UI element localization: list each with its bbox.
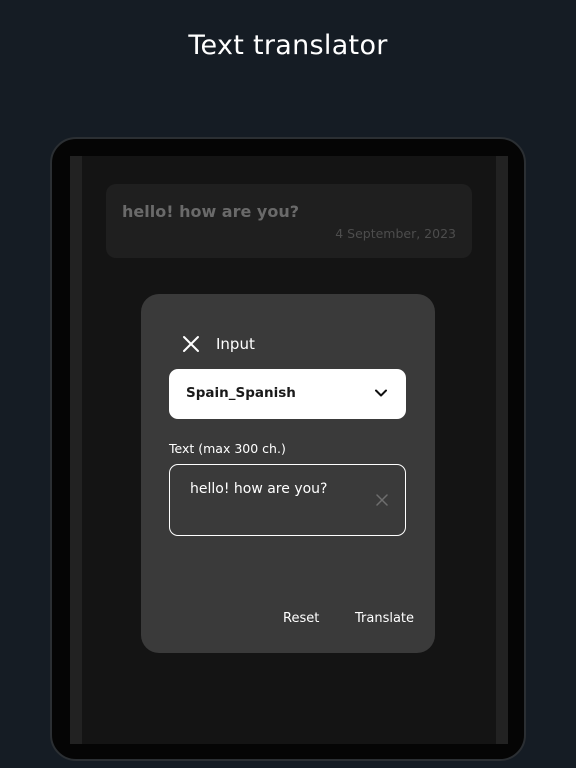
page: Text translator hello! how are you? 4 Se… bbox=[0, 0, 576, 768]
language-select[interactable]: Spain_Spanish bbox=[169, 369, 406, 419]
translate-button[interactable]: Translate bbox=[355, 611, 414, 626]
chevron-down-icon bbox=[375, 389, 387, 397]
clear-icon[interactable] bbox=[375, 493, 389, 507]
input-dialog: Input Spain_Spanish Text (max 300 ch.) h… bbox=[141, 294, 435, 653]
close-button[interactable] bbox=[177, 330, 205, 358]
history-card[interactable]: hello! how are you? 4 September, 2023 bbox=[106, 184, 472, 258]
language-select-value: Spain_Spanish bbox=[186, 385, 296, 401]
promo-headline: Text translator bbox=[188, 30, 388, 61]
text-input-value: hello! how are you? bbox=[190, 481, 328, 497]
screen-edge-left bbox=[70, 156, 82, 744]
history-card-date: 4 September, 2023 bbox=[335, 226, 456, 241]
screen-edge-right bbox=[496, 156, 508, 744]
dialog-title: Input bbox=[216, 335, 255, 353]
close-icon bbox=[183, 336, 199, 352]
text-field-label: Text (max 300 ch.) bbox=[169, 441, 286, 456]
reset-button[interactable]: Reset bbox=[283, 611, 319, 626]
history-card-text: hello! how are you? bbox=[122, 202, 300, 221]
text-input[interactable]: hello! how are you? bbox=[169, 464, 406, 536]
